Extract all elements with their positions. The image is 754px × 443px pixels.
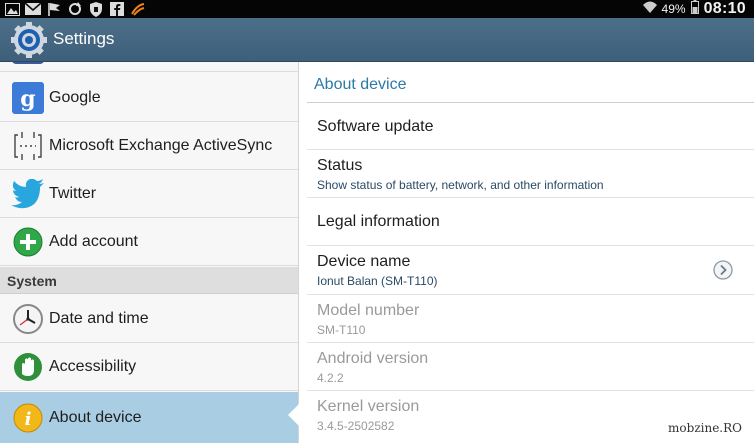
item-title: Software update bbox=[317, 118, 434, 135]
hand-icon bbox=[10, 349, 46, 385]
svg-text:g: g bbox=[20, 86, 35, 112]
item-status[interactable]: Status Show status of battery, network, … bbox=[307, 150, 754, 198]
item-title: Kernel version bbox=[317, 398, 420, 415]
clock-icon bbox=[10, 301, 46, 337]
sidebar-item-date-and-time[interactable]: Date and time bbox=[0, 295, 298, 343]
settings-gear-icon[interactable] bbox=[11, 22, 47, 58]
twitter-icon bbox=[10, 176, 46, 212]
chevron-right-icon[interactable] bbox=[713, 260, 733, 280]
sidebar-item-twitter[interactable]: Twitter bbox=[0, 170, 298, 218]
item-title: Android version bbox=[317, 350, 429, 367]
item-model-number: Model number SM-T110 bbox=[307, 295, 754, 343]
sidebar-item-label: Date and time bbox=[49, 309, 149, 327]
panel-title: About device bbox=[314, 76, 407, 93]
sidebar-item-google[interactable]: g Google bbox=[0, 74, 298, 122]
item-android-version: Android version 4.2.2 bbox=[307, 343, 754, 391]
list-item-partial[interactable] bbox=[0, 62, 298, 72]
item-title: Legal information bbox=[317, 213, 440, 230]
sidebar-item-label: Accessibility bbox=[49, 357, 137, 375]
shield-icon bbox=[88, 1, 104, 17]
about-device-panel: About device Software update Status Show… bbox=[307, 62, 754, 443]
status-right: 49% 08:10 bbox=[642, 0, 746, 19]
item-subtitle: SM-T110 bbox=[317, 323, 366, 337]
sidebar-item-add-account[interactable]: Add account bbox=[0, 218, 298, 266]
svg-text:i: i bbox=[25, 409, 32, 430]
item-device-name[interactable]: Device name Ionut Balan (SM-T110) bbox=[307, 246, 754, 295]
clock-time: 08:10 bbox=[703, 0, 746, 17]
add-account-icon bbox=[10, 224, 46, 260]
settings-headers-list[interactable]: g Google Microsoft Exchange ActiveSync T… bbox=[0, 62, 299, 443]
sidebar-item-label: Microsoft Exchange ActiveSync bbox=[49, 136, 273, 154]
info-icon: i bbox=[10, 400, 46, 436]
sidebar-item-about-device[interactable]: i About device bbox=[0, 392, 298, 443]
selection-pointer bbox=[288, 404, 299, 426]
sync-icon bbox=[67, 2, 83, 17]
section-header-system: System bbox=[0, 267, 298, 294]
item-subtitle: Show status of battery, network, and oth… bbox=[317, 178, 604, 192]
item-subtitle: 3.4.5-2502582 bbox=[317, 419, 395, 433]
flag-icon bbox=[46, 2, 62, 17]
sidebar-item-label: Add account bbox=[49, 232, 138, 250]
facebook-icon bbox=[109, 2, 125, 17]
section-header-label: System bbox=[7, 273, 57, 289]
sidebar-item-exchange[interactable]: Microsoft Exchange ActiveSync bbox=[0, 122, 298, 170]
image-icon bbox=[4, 2, 20, 17]
page-title: Settings bbox=[53, 29, 115, 48]
sidebar-item-label: Twitter bbox=[49, 184, 97, 202]
wifi-icon bbox=[642, 0, 657, 18]
item-subtitle: 4.2.2 bbox=[317, 371, 344, 385]
item-software-update[interactable]: Software update bbox=[307, 103, 754, 150]
item-title: Model number bbox=[317, 302, 420, 319]
swipe-icon bbox=[130, 2, 146, 17]
item-subtitle: Ionut Balan (SM-T110) bbox=[317, 274, 438, 288]
item-title: Device name bbox=[317, 253, 411, 270]
status-bar: 49% 08:10 bbox=[0, 0, 754, 18]
sidebar-item-label: Google bbox=[49, 88, 101, 106]
exchange-icon bbox=[10, 128, 46, 164]
facebook-account-icon bbox=[10, 62, 46, 66]
watermark: mobzine.RO bbox=[666, 421, 744, 435]
battery-percent: 49% bbox=[661, 2, 686, 16]
item-legal-information[interactable]: Legal information bbox=[307, 198, 754, 246]
sidebar-item-label: About device bbox=[49, 408, 142, 426]
notification-icons bbox=[4, 1, 146, 17]
item-title: Status bbox=[317, 157, 363, 174]
sidebar-item-accessibility[interactable]: Accessibility bbox=[0, 343, 298, 391]
action-bar: Settings bbox=[0, 18, 754, 62]
battery-icon bbox=[690, 0, 699, 19]
item-kernel-version: Kernel version 3.4.5-2502582 bbox=[307, 391, 754, 443]
gmail-icon bbox=[25, 2, 41, 17]
google-icon: g bbox=[10, 80, 46, 116]
